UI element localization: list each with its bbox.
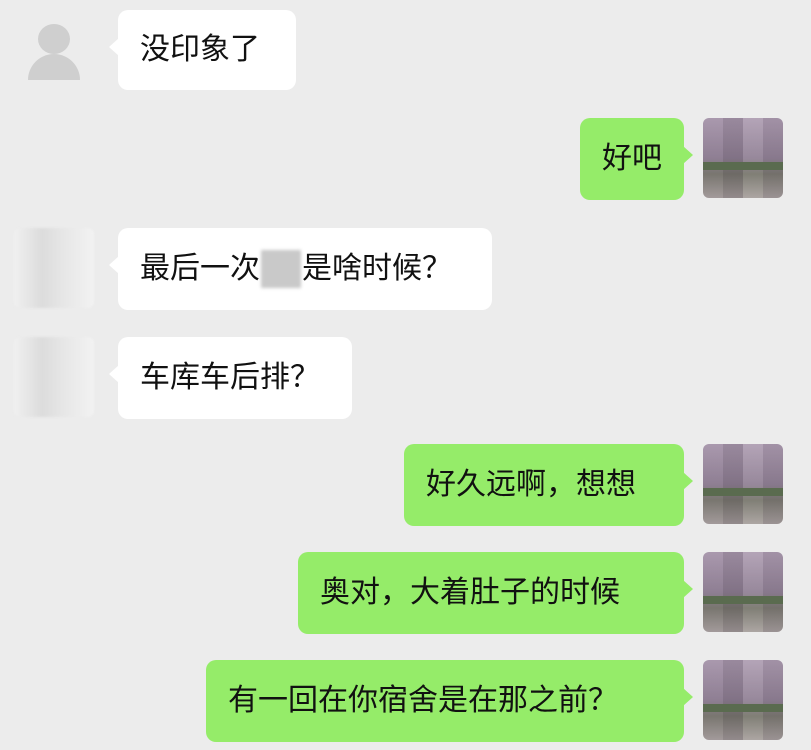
user-avatar[interactable] [703,118,783,198]
message-text: 有一回在你宿舍是在那之前？ [228,683,618,718]
user-avatar[interactable] [703,552,783,632]
message-text: 奥对，大着肚子的时候 [320,575,620,610]
message-bubble-outgoing[interactable]: 有一回在你宿舍是在那之前？ [206,660,693,742]
censored-text [261,250,301,288]
message-bubble-incoming[interactable]: 车库车后排？ [109,337,352,419]
message-text: 车库车后排？ [140,360,320,395]
user-avatar[interactable] [703,660,783,740]
message-bubble-incoming[interactable]: 最后一次 是啥时候？ [109,228,492,310]
user-avatar[interactable] [703,444,783,524]
message-bubble-outgoing[interactable]: 好久远啊，想想 [404,444,693,526]
contact-avatar[interactable] [14,337,94,417]
message-text: 没印象了 [140,32,260,67]
message-text: 好久远啊，想想 [426,467,636,502]
contact-avatar[interactable] [14,228,94,308]
message-text: 好吧 [602,141,662,176]
message-bubble-outgoing[interactable]: 奥对，大着肚子的时候 [298,552,693,634]
message-bubble-outgoing[interactable]: 好吧 [580,118,693,200]
message-text: 是啥时候？ [302,251,452,286]
default-avatar-icon[interactable] [14,10,94,90]
message-bubble-incoming[interactable]: 没印象了 [109,10,296,90]
message-text: 最后一次 [140,251,260,286]
